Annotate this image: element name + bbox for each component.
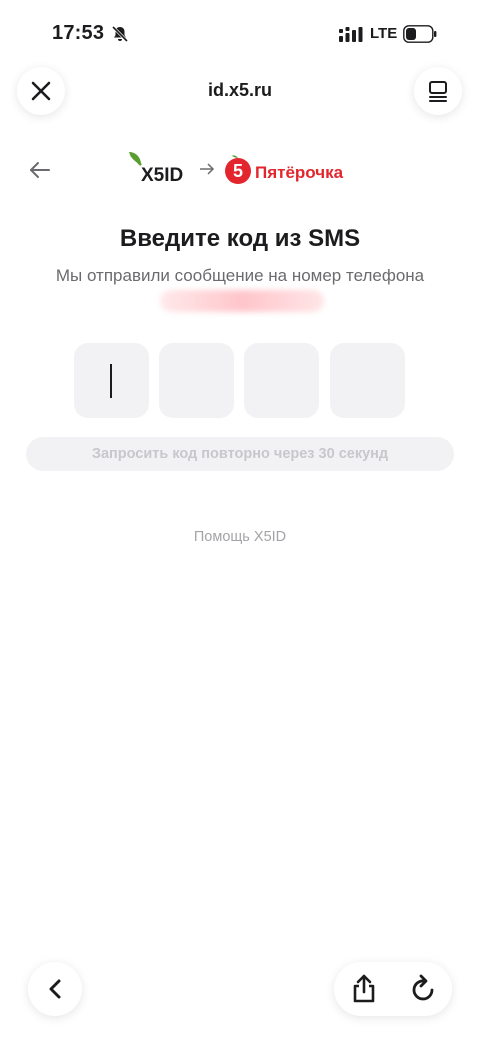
arrow-right-icon — [200, 163, 215, 175]
network-type: LTE — [370, 25, 398, 42]
phone-number-redacted — [160, 290, 324, 312]
help-link[interactable]: Помощь X5ID — [0, 529, 480, 545]
battery-icon — [403, 25, 437, 43]
x5-logo-text: X5ID — [141, 165, 183, 185]
leaf-icon — [232, 155, 238, 158]
resend-code-button[interactable]: Запросить код повторно через 30 секунд — [26, 437, 454, 471]
chevron-left-icon — [49, 979, 61, 999]
pyaterochka-digit: 5 — [233, 161, 243, 181]
browser-back-button[interactable] — [28, 962, 82, 1016]
code-digit-4[interactable] — [330, 343, 405, 418]
page-subtitle: Мы отправили сообщение на номер телефона — [55, 266, 425, 285]
pyaterochka-text: Пятёрочка — [255, 163, 344, 182]
page-title: Введите код из SMS — [119, 225, 361, 252]
text-caret — [110, 364, 112, 398]
code-digit-3[interactable] — [244, 343, 319, 418]
x5id-logo: X5ID — [129, 152, 183, 185]
reload-icon[interactable] — [410, 973, 438, 1003]
back-arrow-icon[interactable] — [28, 158, 52, 182]
bell-slash-icon — [111, 25, 129, 43]
menu-icon — [429, 81, 447, 102]
share-icon[interactable] — [350, 972, 378, 1004]
code-digit-2[interactable] — [159, 343, 234, 418]
signal-icon — [339, 27, 363, 42]
status-time: 17:53 — [52, 22, 105, 44]
pyaterochka-logo: 5 Пятёрочка — [225, 155, 344, 184]
page-url: id.x5.ru — [207, 80, 273, 100]
menu-button[interactable] — [414, 67, 462, 115]
